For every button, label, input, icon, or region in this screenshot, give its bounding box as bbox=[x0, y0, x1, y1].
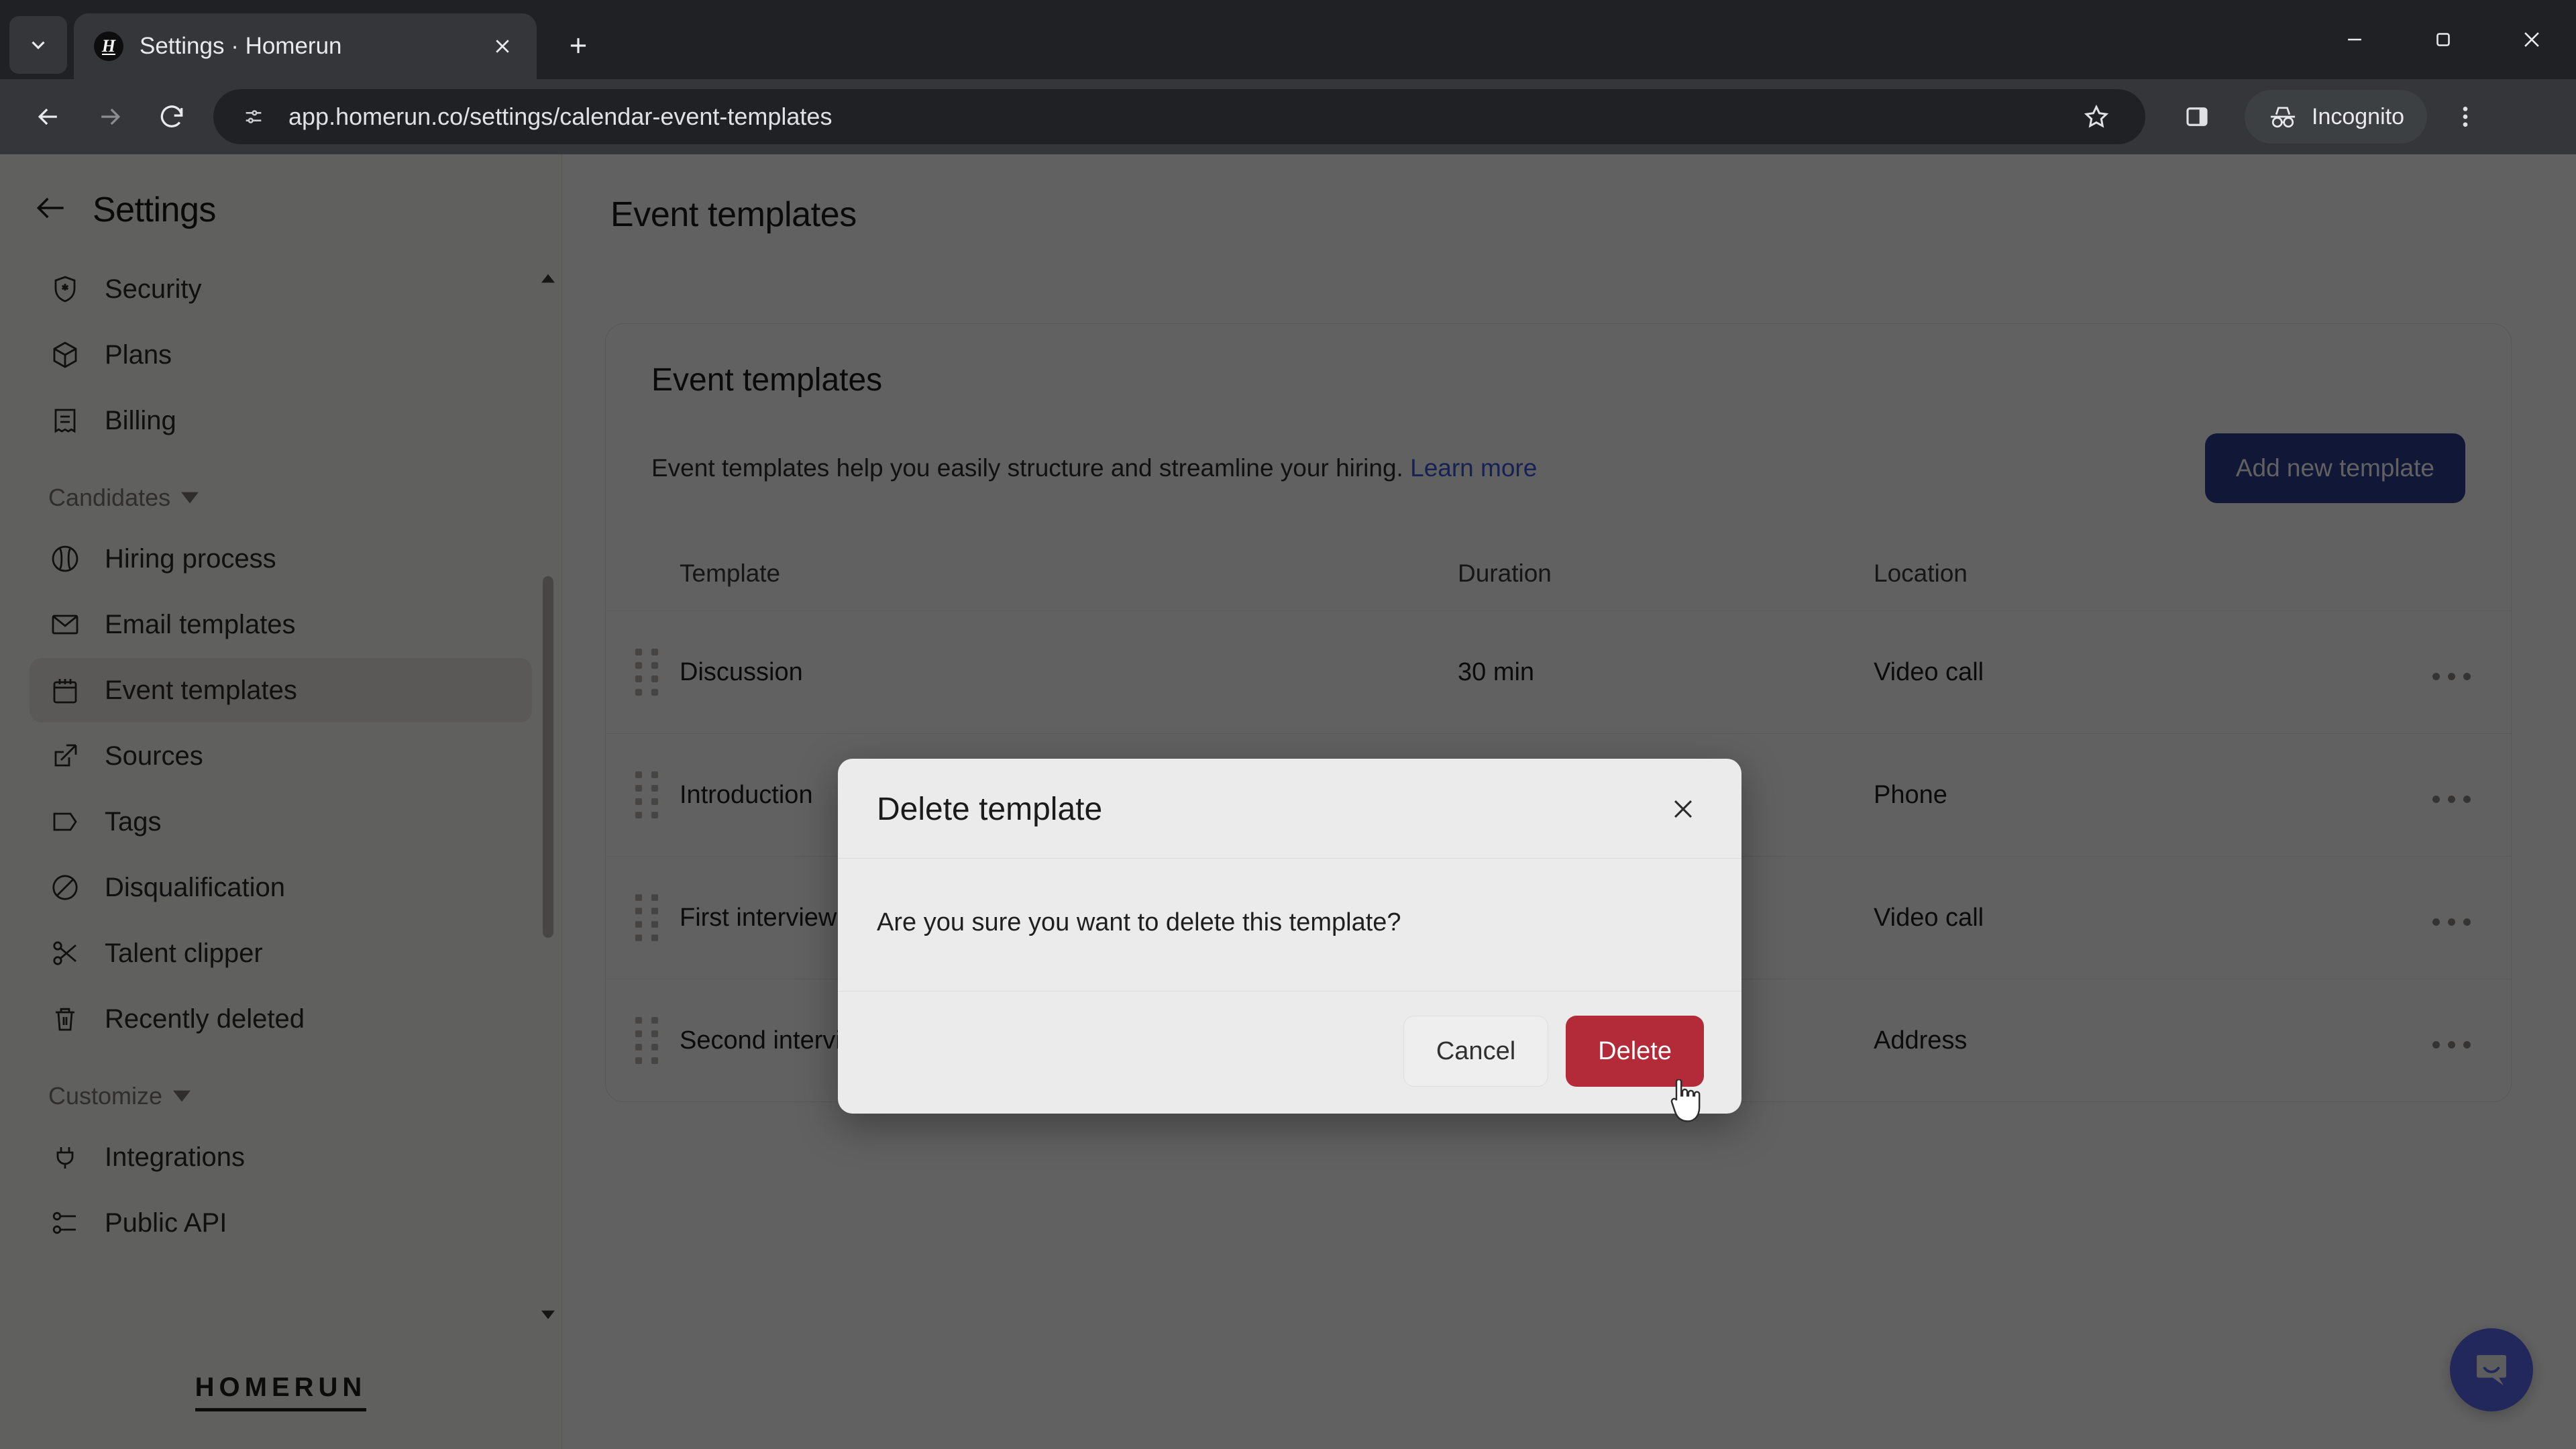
side-panel-button[interactable] bbox=[2168, 88, 2226, 146]
arrow-right-icon bbox=[101, 108, 121, 125]
reload-icon bbox=[160, 105, 183, 127]
close-icon bbox=[1674, 800, 1693, 818]
plus-icon bbox=[570, 38, 586, 54]
window-controls bbox=[2310, 0, 2576, 79]
bookmark-button[interactable] bbox=[2068, 88, 2125, 146]
close-icon bbox=[496, 40, 509, 53]
reload-button[interactable] bbox=[141, 86, 203, 148]
new-tab-button[interactable] bbox=[551, 19, 605, 72]
incognito-indicator[interactable]: Incognito bbox=[2245, 90, 2427, 144]
kebab-menu-icon bbox=[2463, 107, 2468, 127]
browser-tab[interactable]: H Settings · Homerun bbox=[74, 13, 537, 79]
chevron-down-icon bbox=[32, 41, 45, 50]
dialog-header: Delete template bbox=[838, 759, 1741, 859]
minimize-icon bbox=[2348, 38, 2361, 41]
close-icon bbox=[2524, 32, 2539, 47]
address-bar[interactable]: app.homerun.co/settings/calendar-event-t… bbox=[213, 89, 2145, 144]
maximize-button[interactable] bbox=[2399, 0, 2487, 79]
url-text: app.homerun.co/settings/calendar-event-t… bbox=[288, 103, 833, 130]
window-close-button[interactable] bbox=[2487, 0, 2576, 79]
page-viewport: Settings Security bbox=[0, 154, 2576, 1449]
site-info-button[interactable] bbox=[233, 97, 274, 137]
delete-button[interactable]: Delete bbox=[1566, 1016, 1704, 1087]
tab-title: Settings · Homerun bbox=[140, 33, 342, 59]
tab-search-button[interactable] bbox=[9, 16, 67, 74]
dialog-footer: Cancel Delete bbox=[838, 991, 1741, 1114]
arrow-left-icon bbox=[38, 108, 57, 125]
star-icon bbox=[2084, 104, 2109, 128]
tab-strip: H Settings · Homerun bbox=[0, 0, 2576, 79]
favicon-letter: H bbox=[101, 36, 116, 56]
forward-button[interactable] bbox=[79, 86, 141, 148]
incognito-label: Incognito bbox=[2312, 103, 2404, 129]
side-panel-icon bbox=[2186, 107, 2208, 126]
minimize-button[interactable] bbox=[2310, 0, 2399, 79]
dialog-close-button[interactable] bbox=[1660, 786, 1707, 833]
dialog-body: Are you sure you want to delete this tem… bbox=[838, 859, 1741, 991]
incognito-icon bbox=[2270, 107, 2296, 128]
browser-toolbar: app.homerun.co/settings/calendar-event-t… bbox=[0, 79, 2576, 154]
delete-template-dialog: Delete template Are you sure you want to… bbox=[838, 759, 1741, 1114]
maximize-icon bbox=[2436, 33, 2450, 46]
close-tab-button[interactable] bbox=[486, 30, 519, 63]
browser-window: H Settings · Homerun app.homerun.co/sett… bbox=[0, 0, 2576, 1449]
dialog-title: Delete template bbox=[877, 791, 1103, 827]
chrome-menu-button[interactable] bbox=[2436, 88, 2494, 146]
favicon-homerun: H bbox=[94, 32, 123, 61]
cancel-button[interactable]: Cancel bbox=[1403, 1016, 1549, 1087]
tune-icon bbox=[246, 110, 262, 123]
back-button[interactable] bbox=[17, 86, 79, 148]
